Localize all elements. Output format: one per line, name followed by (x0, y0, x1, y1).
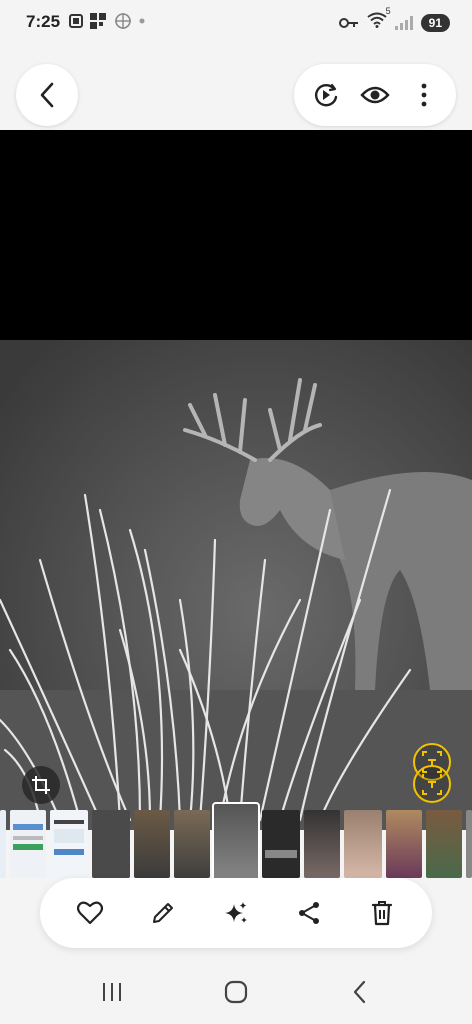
view-button[interactable] (355, 75, 395, 115)
crop-button[interactable] (22, 766, 60, 804)
key-icon (338, 17, 358, 28)
notification-icons (68, 12, 146, 30)
recent-apps-button[interactable] (92, 972, 132, 1012)
share-button[interactable] (287, 891, 331, 935)
thumbnail[interactable] (134, 810, 170, 878)
crop-icon (32, 776, 50, 794)
thumbnail[interactable] (0, 810, 6, 878)
thumbnail[interactable] (174, 810, 210, 878)
share-icon (298, 902, 319, 924)
ai-enhance-button[interactable] (214, 891, 258, 935)
thumbnail[interactable] (426, 810, 462, 878)
target-icon (115, 13, 131, 29)
pencil-icon (153, 903, 174, 923)
recent-apps-icon (103, 983, 121, 1001)
bottom-toolbar (40, 878, 432, 948)
sparkles-icon (224, 902, 247, 923)
home-icon (224, 980, 248, 1004)
status-right-icons: 5 91 (338, 6, 450, 33)
eye-icon (360, 86, 390, 104)
thumbnail[interactable] (466, 810, 472, 878)
trash-icon (371, 901, 392, 926)
wifi-badge: 5 (385, 6, 391, 16)
photo-viewer[interactable] (0, 130, 472, 830)
trail-camera-photo (0, 130, 472, 830)
wifi-icon (367, 12, 387, 28)
more-vertical-icon (421, 83, 427, 107)
motion-photo-play-icon (315, 83, 338, 107)
delete-button[interactable] (360, 891, 404, 935)
back-arrow-icon (40, 82, 54, 108)
visual-lookup-icon (413, 743, 451, 803)
visual-lookup-button[interactable] (410, 742, 454, 804)
thumbnail[interactable] (304, 810, 340, 878)
favorite-button[interactable] (68, 891, 112, 935)
system-navigation-bar (0, 960, 472, 1024)
back-nav-button[interactable] (340, 972, 380, 1012)
dot-icon (139, 18, 145, 24)
screenshot-icon (69, 14, 83, 28)
thumbnail[interactable] (92, 810, 130, 878)
back-button[interactable] (16, 64, 78, 126)
thumbnail[interactable] (10, 810, 46, 878)
back-icon (353, 980, 366, 1004)
status-time: 7:25 (26, 12, 61, 31)
home-button[interactable] (216, 972, 256, 1012)
thumbnail[interactable] (262, 810, 300, 878)
edit-button[interactable] (141, 891, 185, 935)
wifi-indicator: 5 (367, 6, 391, 33)
more-options-button[interactable] (404, 75, 444, 115)
battery-level: 91 (420, 13, 450, 32)
thumbnail[interactable] (386, 810, 422, 878)
filmstrip (0, 802, 472, 886)
thumbnail[interactable] (50, 810, 88, 878)
thumbnail[interactable] (344, 810, 382, 878)
grid-app-icon (90, 13, 106, 29)
status-bar: 7:25 5 91 (0, 0, 472, 44)
top-actions (294, 64, 456, 126)
heart-icon (77, 901, 104, 925)
thumbnail-selected[interactable] (212, 802, 260, 886)
motion-photo-button[interactable] (306, 75, 346, 115)
signal-icon (394, 15, 413, 30)
